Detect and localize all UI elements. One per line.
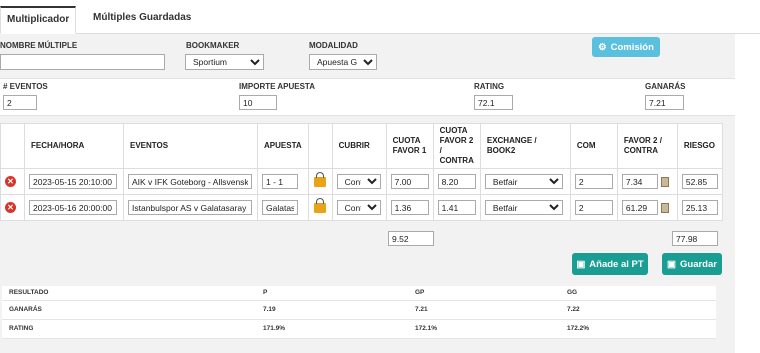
header-delete: [0, 123, 25, 169]
lock-icon[interactable]: [314, 198, 327, 213]
nombre-input[interactable]: [0, 54, 165, 70]
event-row: ✕ Contra Betfair: [0, 168, 723, 195]
results-header: GP: [408, 286, 560, 301]
results-header: RESULTADO: [2, 286, 256, 301]
evento-input[interactable]: [128, 174, 252, 189]
importe-label: IMPORTE APUESTA: [239, 82, 316, 91]
apuesta-input[interactable]: [262, 174, 298, 189]
results-header-row: RESULTADO P GP GG: [2, 286, 716, 301]
calculator-icon[interactable]: [660, 177, 669, 188]
results-cell: RATING: [2, 319, 256, 339]
exchange-select[interactable]: Betfair: [484, 200, 563, 215]
results-header: GG: [560, 286, 716, 301]
eventos-label: # EVENTOS: [3, 82, 48, 91]
exchange-select[interactable]: Betfair: [484, 174, 563, 189]
delete-row-icon[interactable]: ✕: [5, 176, 16, 187]
header-cubrir: CUBRIR: [331, 123, 387, 169]
results-cell: 171.9%: [256, 319, 408, 339]
comision-button[interactable]: ⚙ Comisión: [592, 37, 660, 57]
rating-field[interactable]: [474, 95, 513, 110]
header-riesgo: RIESGO: [676, 123, 723, 169]
results-row: RATING 171.9% 172.1% 172.2%: [2, 319, 716, 339]
summary-row: [0, 78, 735, 116]
total-cuota-field[interactable]: [388, 231, 434, 246]
riesgo-input[interactable]: [681, 174, 718, 189]
add-to-pt-label: Añade al PT: [589, 258, 644, 270]
com-input[interactable]: [574, 200, 613, 215]
cuota1-input[interactable]: [390, 174, 429, 189]
save-icon: ▣: [667, 258, 676, 270]
results-cell: 7.21: [408, 300, 560, 320]
favor2-input[interactable]: [621, 200, 658, 215]
header-fecha: FECHA/HORA: [24, 123, 124, 169]
fecha-input[interactable]: [29, 174, 117, 189]
nombre-label: NOMBRE MÚLTIPLE: [0, 41, 78, 50]
results-cell: 172.1%: [408, 319, 560, 339]
cuota2-input[interactable]: [437, 200, 476, 215]
eventos-input[interactable]: [3, 95, 37, 110]
bookmaker-select[interactable]: Sportium: [185, 54, 264, 70]
rating-label: RATING: [474, 82, 505, 91]
evento-input[interactable]: [128, 200, 252, 215]
riesgo-input[interactable]: [681, 200, 718, 215]
header-exchange: EXCHANGE / BOOK2: [479, 123, 571, 169]
results-table: RESULTADO P GP GG GANARÁS 7.19 7.21 7.22…: [2, 286, 716, 339]
apuesta-input[interactable]: [262, 200, 298, 215]
header-cuota1: CUOTA FAVOR 1: [385, 123, 434, 169]
results-header: P: [256, 286, 408, 301]
cubrir-select[interactable]: Contra: [336, 174, 381, 189]
cuota1-input[interactable]: [390, 200, 429, 215]
results-cell: 172.2%: [560, 319, 716, 339]
header-com: COM: [569, 123, 618, 169]
header-lock: [307, 123, 333, 169]
modalidad-select[interactable]: Apuesta Gratis: [309, 54, 377, 70]
gears-icon: ⚙: [598, 41, 607, 53]
com-input[interactable]: [574, 174, 613, 189]
header-apuesta: APUESTA: [257, 123, 309, 169]
events-table: FECHA/HORA EVENTOS APUESTA CUBRIR CUOTA …: [0, 123, 723, 221]
events-header-row: FECHA/HORA EVENTOS APUESTA CUBRIR CUOTA …: [0, 123, 723, 169]
comision-button-label: Comisión: [610, 41, 654, 53]
results-cell: 7.19: [256, 300, 408, 320]
modalidad-label: MODALIDAD: [309, 41, 358, 50]
tab-multiples-guardadas[interactable]: Múltiples Guardadas: [93, 6, 191, 34]
header-cuota2: CUOTA FAVOR 2 / CONTRA: [432, 123, 481, 169]
results-cell: GANARÁS: [2, 300, 256, 320]
tab-multiplicador[interactable]: Multiplicador: [0, 6, 76, 34]
favor2-input[interactable]: [621, 174, 658, 189]
results-panel: RESULTADO P GP GG GANARÁS 7.19 7.21 7.22…: [2, 286, 716, 339]
header-favor2: FAVOR 2 / CONTRA: [616, 123, 678, 169]
header-eventos: EVENTOS: [123, 123, 258, 169]
results-cell: 7.22: [560, 300, 716, 320]
tab-bar: Multiplicador Múltiples Guardadas: [0, 0, 760, 34]
save-button[interactable]: ▣ Guardar: [662, 253, 722, 275]
ganaras-field[interactable]: [645, 95, 684, 110]
save-button-label: Guardar: [680, 258, 717, 270]
bookmaker-label: BOOKMAKER: [186, 41, 240, 50]
lock-icon[interactable]: [314, 172, 327, 187]
event-row: ✕ Contra Betfair: [0, 194, 723, 221]
results-row: GANARÁS 7.19 7.21 7.22: [2, 300, 716, 320]
add-to-pt-button[interactable]: ▣ Añade al PT: [572, 253, 648, 275]
delete-row-icon[interactable]: ✕: [5, 202, 16, 213]
fecha-input[interactable]: [29, 200, 117, 215]
cuota2-input[interactable]: [437, 174, 476, 189]
cubrir-select[interactable]: Contra: [336, 200, 381, 215]
total-riesgo-field[interactable]: [672, 231, 718, 246]
ganaras-label: GANARÁS: [645, 82, 686, 91]
save-icon: ▣: [576, 258, 586, 270]
importe-input[interactable]: [239, 95, 277, 110]
calculator-icon[interactable]: [660, 203, 669, 214]
